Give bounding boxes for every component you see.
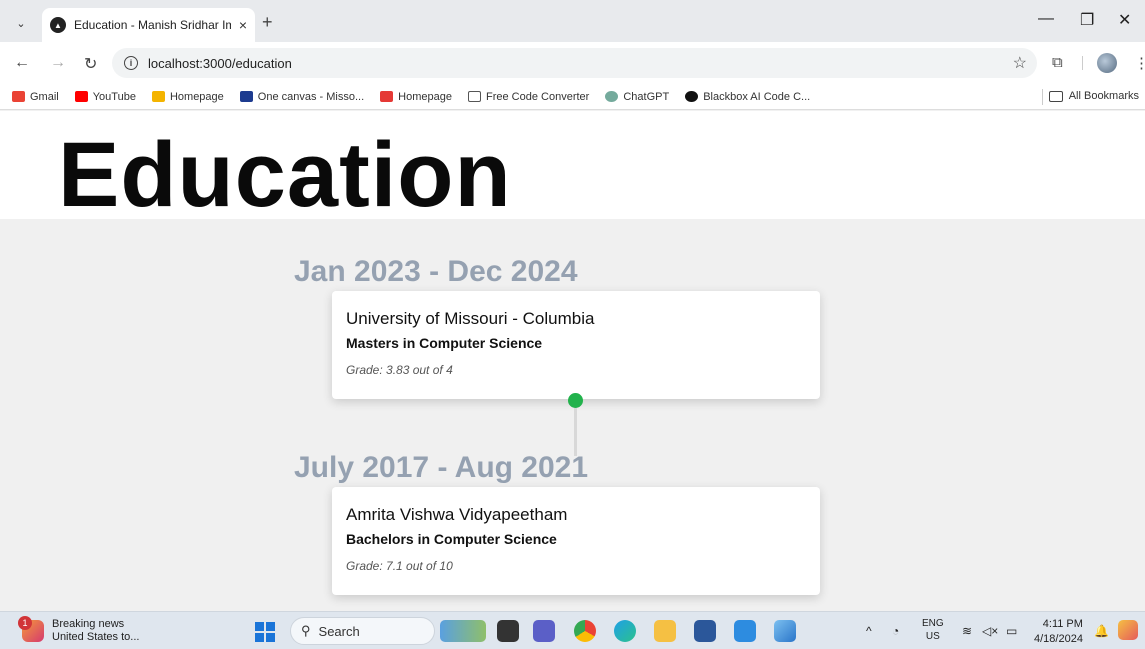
back-arrow-icon[interactable]: ← (14, 54, 30, 72)
kebab-menu-icon[interactable]: ⋮ (1134, 54, 1145, 72)
copilot-icon[interactable] (1118, 620, 1138, 640)
news-subtitle: United States to... (52, 631, 140, 644)
school-name: Amrita Vishwa Vidyapeetham (346, 505, 568, 524)
windows-taskbar: 1 Breaking news United States to... ⚲ Se… (0, 611, 1145, 649)
bookmark-blackbox[interactable]: Blackbox AI Code C... (685, 91, 810, 103)
volume-muted-icon[interactable]: ◁× (982, 624, 998, 638)
folder-icon (1048, 90, 1063, 102)
bookmark-homepage-2[interactable]: Homepage (380, 91, 452, 103)
notification-bell-icon[interactable]: 🔔 (1094, 624, 1109, 638)
timeline-dot (568, 393, 583, 408)
page-content: Education Jan 2023 - Dec 2024 University… (0, 111, 1145, 611)
windows-start-icon[interactable] (255, 622, 275, 642)
new-tab-button[interactable]: + (262, 12, 273, 33)
grade-text: Grade: 3.83 out of 4 (346, 363, 453, 377)
bookmark-homepage[interactable]: Homepage (151, 91, 224, 103)
homepage-icon (151, 91, 165, 102)
chrome-icon[interactable] (574, 620, 596, 642)
restore-icon[interactable]: ❐ (1080, 10, 1094, 30)
word-icon[interactable] (694, 620, 716, 642)
search-icon: ⚲ (301, 623, 311, 638)
bookmark-chatgpt[interactable]: ChatGPT (605, 91, 669, 103)
task-view-icon[interactable] (497, 620, 519, 642)
entry-date: July 2017 - Aug 2021 (294, 451, 589, 484)
education-card: University of Missouri - Columbia Master… (332, 291, 820, 399)
degree-name: Masters in Computer Science (346, 335, 543, 351)
language-indicator[interactable]: ENG US (922, 617, 944, 643)
canvas-icon (239, 91, 253, 102)
photos-icon[interactable] (774, 620, 796, 642)
school-name: University of Missouri - Columbia (346, 309, 595, 328)
tab-education[interactable]: ▲ Education - Manish Sridhar Im × (42, 8, 255, 42)
tab-favicon-icon: ▲ (50, 17, 66, 33)
bookmark-code-converter[interactable]: Free Code Converter (468, 91, 589, 103)
close-window-icon[interactable]: ✕ (1118, 10, 1131, 30)
search-label: Search (318, 623, 360, 639)
battery-icon[interactable]: ▭ (1006, 624, 1017, 638)
browser-toolbar: ← → ↻ i localhost:3000/education ☆ ⧉ ⋮ (0, 42, 1145, 84)
vscode-icon[interactable] (734, 620, 756, 642)
tab-close-icon[interactable]: × (239, 17, 247, 33)
tray-chevron-icon[interactable]: ^ (866, 624, 872, 638)
minimize-icon[interactable]: — (1038, 10, 1054, 28)
weather-widget-icon[interactable] (440, 620, 486, 642)
profile-avatar[interactable] (1097, 53, 1117, 73)
file-explorer-icon[interactable] (654, 620, 676, 642)
bookmark-canvas[interactable]: One canvas - Misso... (239, 91, 364, 103)
tab-search-chevron-icon[interactable]: ⌄ (10, 12, 32, 34)
news-widget[interactable]: 1 Breaking news United States to... (18, 616, 140, 644)
system-clock[interactable]: 4:11 PM 4/18/2024 (1034, 617, 1083, 648)
url-text[interactable]: localhost:3000/education (148, 56, 292, 71)
tab-title: Education - Manish Sridhar Im (74, 18, 231, 32)
bookmark-youtube[interactable]: YouTube (74, 91, 136, 103)
bookmarks-bar: Gmail YouTube Homepage One canvas - Miss… (0, 84, 1145, 110)
news-icon: 1 (18, 616, 44, 643)
blackbox-icon (685, 91, 699, 102)
edge-icon[interactable] (614, 620, 636, 642)
degree-name: Bachelors in Computer Science (346, 531, 557, 547)
entry-date: Jan 2023 - Dec 2024 (294, 255, 578, 288)
extensions-icon[interactable]: ⧉ (1052, 54, 1063, 71)
site-info-icon[interactable]: i (124, 56, 138, 70)
page-title: Education (58, 124, 512, 226)
reload-icon[interactable]: ↻ (84, 54, 97, 74)
bookmark-gmail[interactable]: Gmail (12, 91, 59, 103)
forward-arrow-icon[interactable]: → (50, 54, 66, 72)
news-title: Breaking news (52, 618, 125, 630)
address-bar[interactable]: i localhost:3000/education ☆ (112, 48, 1037, 78)
tab-strip: ⌄ ▲ Education - Manish Sridhar Im × + — … (0, 0, 1145, 42)
bookmark-star-icon[interactable]: ☆ (1013, 53, 1027, 73)
tray-app-icon[interactable]: ◔ (892, 624, 899, 638)
news-badge: 1 (18, 616, 32, 631)
bookmarks-divider (1042, 89, 1043, 105)
taskbar-search[interactable]: ⚲ Search (290, 617, 435, 645)
education-card: Amrita Vishwa Vidyapeetham Bachelors in … (332, 487, 820, 595)
youtube-icon (74, 91, 88, 102)
homepage-red-icon (380, 91, 394, 102)
wifi-icon[interactable]: ≋ (962, 624, 972, 638)
toolbar-divider (1082, 56, 1083, 70)
all-bookmarks[interactable]: All Bookmarks (1048, 90, 1139, 102)
teams-icon[interactable] (533, 620, 555, 642)
chatgpt-icon (605, 91, 619, 102)
grade-text: Grade: 7.1 out of 10 (346, 559, 453, 573)
timeline-line (574, 406, 577, 456)
gmail-icon (12, 91, 25, 102)
code-converter-icon (468, 91, 481, 102)
